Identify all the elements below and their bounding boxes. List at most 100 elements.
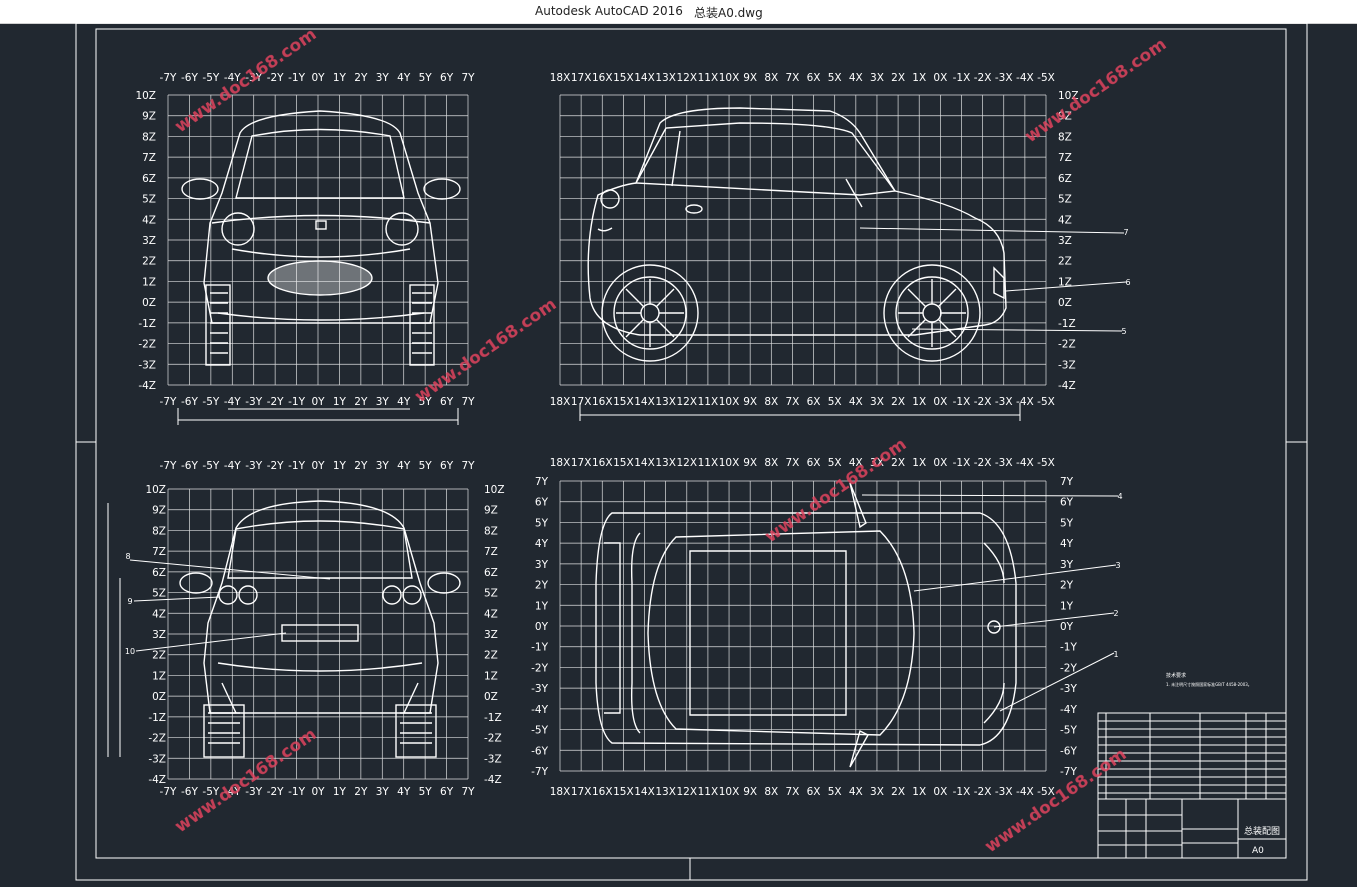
axis-label: 1Y bbox=[535, 600, 549, 612]
axis-label: -1Y bbox=[288, 72, 305, 84]
axis-label: 4X bbox=[849, 786, 863, 798]
front-view-car bbox=[181, 110, 461, 366]
axis-label: 1Z bbox=[152, 670, 166, 682]
axis-label: 0Z bbox=[152, 691, 166, 703]
axis-label: 7Y bbox=[461, 396, 475, 408]
axis-label: -2Z bbox=[148, 733, 166, 745]
axis-label: 17X bbox=[571, 457, 592, 469]
axis-label: -4X bbox=[1016, 786, 1034, 798]
axis-label: -1X bbox=[953, 72, 971, 84]
axis-label: 9X bbox=[743, 457, 757, 469]
axis-label: 6Z bbox=[142, 173, 156, 185]
axis-label: 8X bbox=[764, 396, 778, 408]
axis-label: 3Y bbox=[535, 559, 549, 571]
axis-label: 0Y bbox=[535, 621, 549, 633]
tech-requirements-line: 1. 未注明尺寸按照国家标准GB/T 4458-2003。 bbox=[1166, 681, 1252, 687]
axis-label: 9X bbox=[743, 72, 757, 84]
axis-label: 2Y bbox=[354, 460, 368, 472]
axis-label: 11X bbox=[698, 396, 719, 408]
axis-label: 16X bbox=[592, 396, 613, 408]
axis-label: 5Y bbox=[419, 460, 433, 472]
axis-label: 0X bbox=[933, 72, 947, 84]
axis-label: 9Z bbox=[484, 505, 498, 517]
axis-label: 4Z bbox=[142, 214, 156, 226]
axis-label: 6X bbox=[807, 396, 821, 408]
axis-label: 4Y bbox=[397, 460, 411, 472]
axis-label: -5Y bbox=[202, 72, 219, 84]
title-bar: Autodesk AutoCAD 2016 总装A0.dwg bbox=[0, 0, 1357, 24]
axis-label: -7Y bbox=[160, 786, 177, 798]
axis-label: 3X bbox=[870, 786, 884, 798]
axis-label: -1Z bbox=[148, 712, 166, 724]
axis-label: -3Y bbox=[245, 396, 262, 408]
axis-label: 2X bbox=[891, 72, 905, 84]
axis-label: -1Z bbox=[484, 712, 502, 724]
axis-label: -3Z bbox=[484, 753, 502, 765]
axis-label: 4X bbox=[849, 72, 863, 84]
axis-label: 3Y bbox=[376, 460, 390, 472]
axis-label: 6Y bbox=[535, 497, 549, 509]
axis-label: -4Z bbox=[1058, 380, 1076, 392]
axis-label: 10Z bbox=[145, 484, 166, 496]
axis-label: -4Z bbox=[148, 774, 166, 786]
axis-label: -2Z bbox=[138, 339, 156, 351]
axis-label: -3X bbox=[995, 786, 1013, 798]
axis-label: 3Y bbox=[376, 396, 390, 408]
axis-label: -6Y bbox=[531, 745, 548, 757]
axis-label: 7Y bbox=[461, 786, 475, 798]
drawing-name: 总装配图 bbox=[1244, 825, 1280, 837]
axis-label: 2Z bbox=[484, 650, 498, 662]
axis-label: 5Y bbox=[419, 786, 433, 798]
axis-label: -5Y bbox=[1060, 725, 1077, 737]
axis-label: -2X bbox=[974, 457, 992, 469]
axis-label: 1Y bbox=[333, 72, 347, 84]
axis-label: 12X bbox=[677, 786, 698, 798]
axis-label: 6X bbox=[807, 786, 821, 798]
axis-label: 14X bbox=[634, 72, 655, 84]
axis-label: 16X bbox=[592, 457, 613, 469]
axis-label: -5X bbox=[1037, 72, 1055, 84]
axis-label: 3Z bbox=[1058, 235, 1072, 247]
axis-label: 2Z bbox=[142, 256, 156, 268]
callout-number: 5 bbox=[1121, 327, 1126, 336]
file-name: 总装A0.dwg bbox=[694, 6, 763, 20]
watermark-text: www.doc168.com bbox=[1021, 34, 1170, 147]
axis-label: -6Y bbox=[1060, 745, 1077, 757]
drawing-size: A0 bbox=[1252, 846, 1264, 856]
axis-label: -4Z bbox=[484, 774, 502, 786]
axis-label: 6Z bbox=[484, 567, 498, 579]
axis-label: 8Z bbox=[142, 131, 156, 143]
axis-label: 1Y bbox=[333, 460, 347, 472]
axis-label: 8Z bbox=[1058, 131, 1072, 143]
axis-label: -1X bbox=[953, 396, 971, 408]
axis-label: 0Z bbox=[1058, 297, 1072, 309]
axis-label: 3X bbox=[870, 72, 884, 84]
axis-label: 9Z bbox=[152, 505, 166, 517]
axis-label: 10X bbox=[719, 72, 740, 84]
axis-label: 4Y bbox=[1060, 538, 1074, 550]
axis-label: -3Y bbox=[1060, 683, 1077, 695]
axis-label: 2X bbox=[891, 396, 905, 408]
axis-label: 9X bbox=[743, 396, 757, 408]
axis-label: -5Y bbox=[531, 725, 548, 737]
callout-number: 7 bbox=[1123, 228, 1128, 237]
axis-label: 17X bbox=[571, 72, 592, 84]
axis-label: -7Y bbox=[160, 460, 177, 472]
axis-label: -4Y bbox=[1060, 704, 1077, 716]
watermark-text: www.doc168.com bbox=[761, 434, 910, 547]
axis-label: -3X bbox=[995, 72, 1013, 84]
watermarks: www.doc168.com www.doc168.com www.doc168.c… bbox=[171, 24, 1170, 857]
axis-label: 7Z bbox=[142, 152, 156, 164]
drawing-canvas[interactable]: -7Y -7Y -6Y -6Y -5Y -5Y -4Y -4Y -3Y -3Y -2Y -2Y -1Y -… bbox=[0, 22, 1357, 883]
axis-label: 3Y bbox=[376, 786, 390, 798]
axis-label: -4Y bbox=[224, 460, 241, 472]
axis-label: 6Z bbox=[1058, 173, 1072, 185]
axis-label: 0Y bbox=[311, 396, 325, 408]
axis-label: -2Y bbox=[267, 396, 284, 408]
axis-label: 1X bbox=[912, 72, 926, 84]
axis-label: 2Y bbox=[354, 396, 368, 408]
axis-label: -2Y bbox=[531, 662, 548, 674]
axis-label: -6Y bbox=[181, 460, 198, 472]
axis-label: -1X bbox=[953, 457, 971, 469]
axis-label: -3Z bbox=[148, 753, 166, 765]
